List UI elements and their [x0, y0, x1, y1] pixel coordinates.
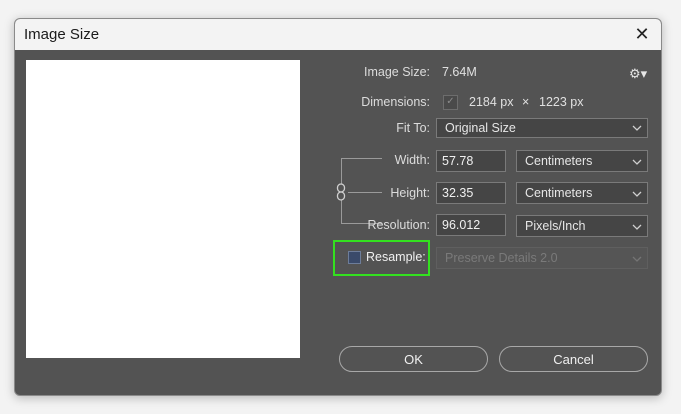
resolution-unit-value: Pixels/Inch — [525, 219, 586, 233]
gear-icon[interactable]: ⚙▾ — [629, 66, 647, 82]
chevron-down-icon — [632, 224, 642, 230]
close-icon[interactable]: ✕ — [629, 22, 655, 46]
title-bar: Image Size ✕ — [15, 19, 661, 50]
width-label: Width: — [394, 153, 430, 167]
fit-to-select[interactable]: Original Size — [436, 118, 648, 138]
height-input[interactable]: 32.35 — [436, 182, 506, 204]
ok-button[interactable]: OK — [339, 346, 488, 372]
resample-checkbox[interactable] — [348, 251, 361, 264]
dimensions-unit-dropdown-icon[interactable]: ✓ — [443, 95, 458, 110]
image-preview — [26, 60, 300, 358]
height-label: Height: — [390, 186, 430, 200]
resolution-value: 96.012 — [442, 218, 481, 232]
chevron-down-icon — [632, 191, 642, 197]
dimensions-height: 1223 px — [539, 95, 584, 109]
dimensions-label: Dimensions: — [361, 95, 430, 109]
height-unit-select[interactable]: Centimeters — [516, 182, 648, 204]
width-unit-value: Centimeters — [525, 154, 593, 168]
resample-method-value: Preserve Details 2.0 — [445, 251, 558, 265]
resample-label[interactable]: Resample: — [366, 250, 426, 264]
resolution-input[interactable]: 96.012 — [436, 214, 506, 236]
image-size-value: 7.64M — [442, 65, 477, 79]
dimensions-times: × — [522, 95, 530, 109]
resample-method-select[interactable]: Preserve Details 2.0 — [436, 247, 648, 269]
chevron-down-icon — [632, 256, 642, 262]
cancel-button[interactable]: Cancel — [499, 346, 648, 372]
width-unit-select[interactable]: Centimeters — [516, 150, 648, 172]
dimensions-width: 2184 px — [469, 95, 514, 109]
width-value: 57.78 — [442, 154, 474, 168]
resolution-unit-select[interactable]: Pixels/Inch — [516, 215, 648, 237]
fit-to-value: Original Size — [445, 121, 516, 135]
width-input[interactable]: 57.78 — [436, 150, 506, 172]
image-size-label: Image Size: — [363, 65, 430, 79]
height-unit-value: Centimeters — [525, 186, 593, 200]
height-value: 32.35 — [442, 186, 474, 200]
fit-to-label: Fit To: — [396, 121, 430, 135]
image-size-dialog: Image Size ✕ Image Size: 7.64M ⚙▾ Dimens… — [14, 18, 662, 396]
resolution-label: Resolution: — [367, 218, 430, 232]
dialog-title: Image Size — [24, 26, 100, 43]
chevron-down-icon — [632, 159, 642, 165]
chevron-down-icon — [632, 125, 642, 131]
